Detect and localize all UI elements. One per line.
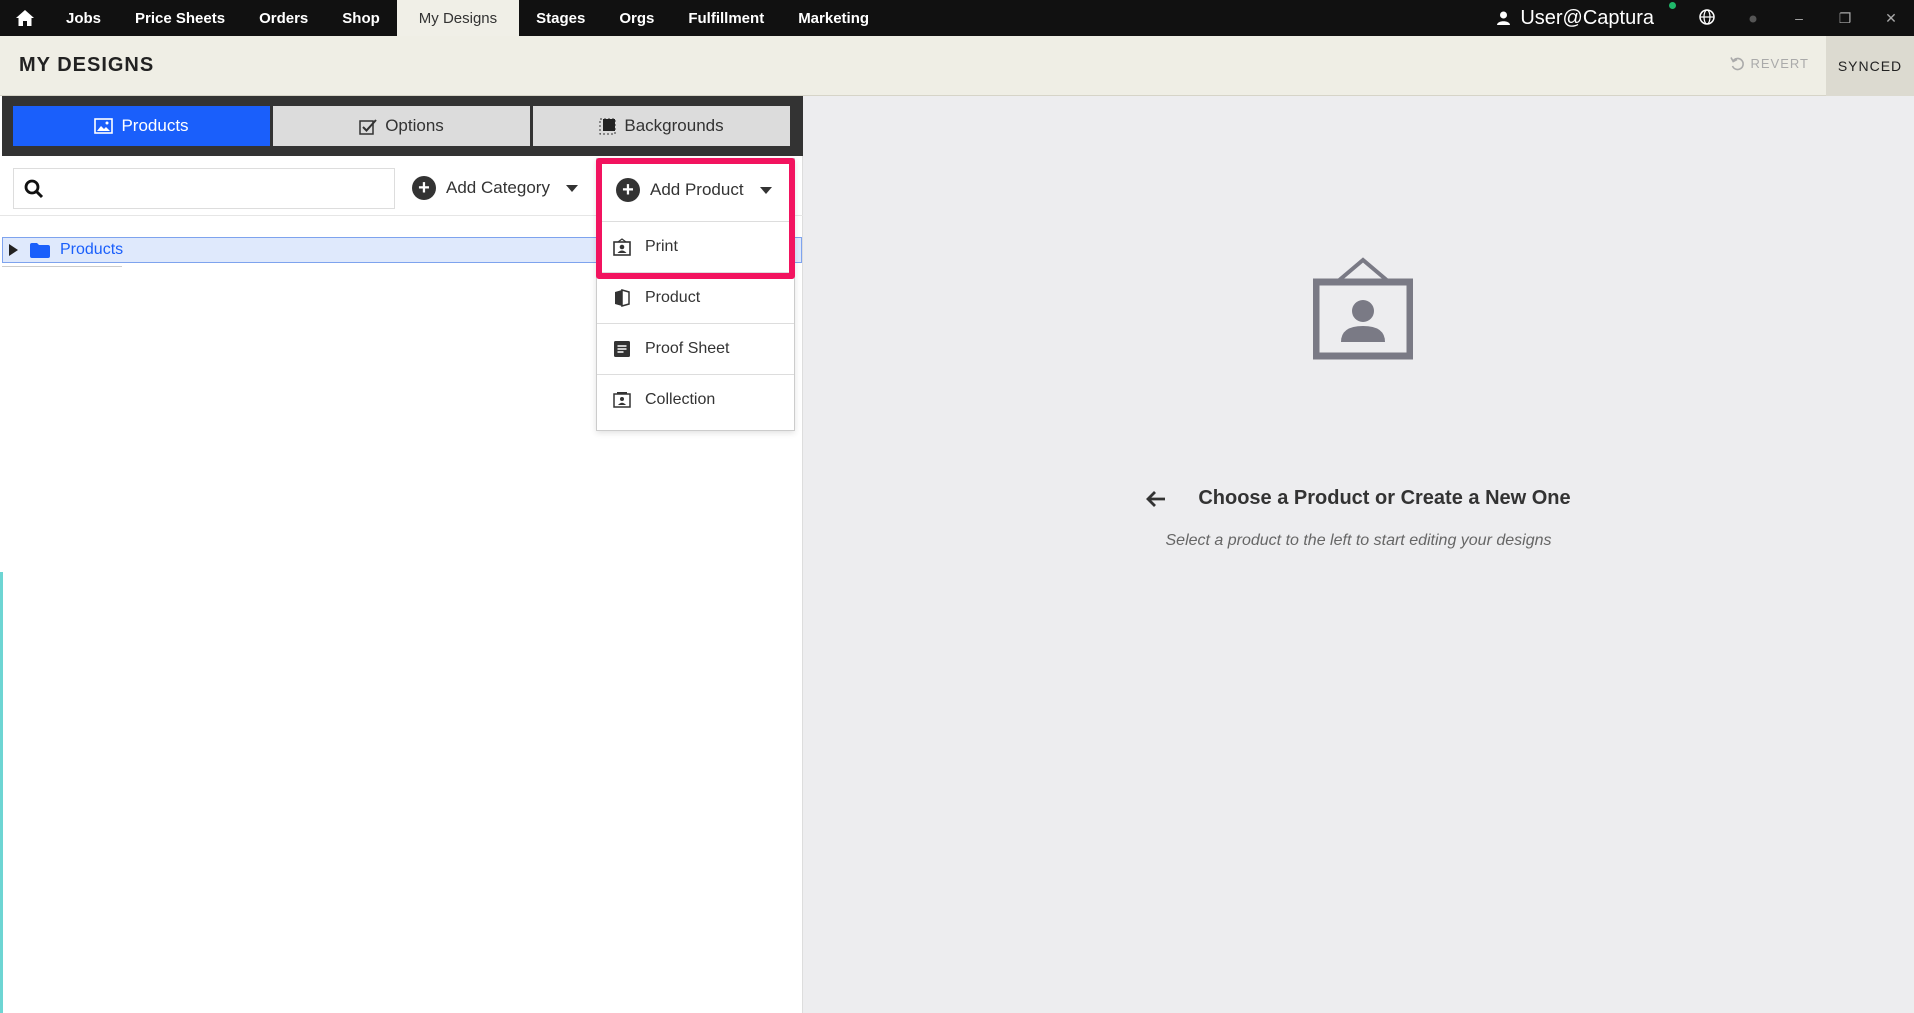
- tab-products-label: Products: [121, 116, 189, 135]
- folder-icon: [30, 242, 50, 258]
- add-product-dropdown: + Add Product Print Product Proof Sheet …: [596, 158, 795, 431]
- nav-price-sheets[interactable]: Price Sheets: [118, 0, 242, 36]
- page-header: MY DESIGNS REVERT SYNCED: [0, 36, 1914, 96]
- menu-item-proof-sheet-label: Proof Sheet: [645, 340, 730, 357]
- menu-item-product[interactable]: Product: [597, 272, 794, 323]
- expand-triangle-icon[interactable]: [9, 244, 18, 256]
- user-icon: [1497, 11, 1511, 25]
- home-icon: [15, 10, 34, 26]
- search-input[interactable]: [58, 175, 378, 203]
- restore-button[interactable]: ❐: [1822, 10, 1868, 27]
- add-category-label: Add Category: [446, 178, 550, 197]
- plus-circle-icon: +: [412, 176, 436, 200]
- home-button[interactable]: [0, 0, 49, 36]
- tab-backgrounds-label: Backgrounds: [624, 116, 724, 135]
- caret-down-icon: [759, 186, 772, 194]
- background-icon: [599, 118, 616, 134]
- user-menu[interactable]: User@Captura: [1497, 1, 1676, 30]
- online-status-dot: [1669, 1, 1676, 9]
- tab-options-label: Options: [385, 116, 444, 135]
- nav-jobs[interactable]: Jobs: [49, 0, 118, 36]
- add-product-button[interactable]: + Add Product: [597, 159, 794, 221]
- nav-shop[interactable]: Shop: [325, 0, 397, 36]
- connection-indicator: [1730, 10, 1776, 26]
- empty-state-title: Choose a Product or Create a New One: [803, 487, 1914, 510]
- checkbox-icon: [359, 118, 377, 135]
- page-title: MY DESIGNS: [19, 54, 155, 76]
- top-nav: Jobs Price Sheets Orders Shop My Designs…: [0, 0, 1914, 36]
- menu-item-proof-sheet[interactable]: Proof Sheet: [597, 323, 794, 374]
- add-product-button-content: + Add Product: [616, 170, 772, 210]
- design-editor-panel: Choose a Product or Create a New One Sel…: [803, 96, 1914, 1013]
- nav-orgs[interactable]: Orgs: [602, 0, 671, 36]
- globe-button[interactable]: [1684, 8, 1730, 28]
- search-box[interactable]: [13, 168, 395, 209]
- add-product-label: Add Product: [650, 180, 744, 199]
- tab-backgrounds[interactable]: Backgrounds: [533, 106, 790, 146]
- synced-status[interactable]: SYNCED: [1826, 36, 1914, 96]
- minimize-button[interactable]: –: [1776, 10, 1822, 26]
- portrait-frame-icon: [1313, 257, 1413, 360]
- user-name: User@Captura: [1520, 6, 1654, 29]
- dot-icon: [1749, 15, 1757, 23]
- collection-icon: [613, 392, 631, 408]
- divider: [2, 266, 122, 267]
- add-category-button[interactable]: + Add Category: [412, 168, 578, 208]
- menu-item-print[interactable]: Print: [597, 221, 794, 272]
- nav-orders[interactable]: Orders: [242, 0, 325, 36]
- arrow-left-icon: [1146, 490, 1166, 507]
- revert-label: REVERT: [1750, 56, 1809, 71]
- empty-state-title-text: Choose a Product or Create a New One: [1198, 487, 1571, 509]
- search-icon: [24, 179, 44, 199]
- image-icon: [94, 118, 114, 134]
- nav-marketing[interactable]: Marketing: [781, 0, 886, 36]
- menu-item-product-label: Product: [645, 289, 701, 306]
- menu-item-collection-label: Collection: [645, 391, 716, 408]
- close-button[interactable]: ✕: [1868, 10, 1914, 27]
- globe-icon: [1699, 8, 1715, 25]
- menu-item-print-label: Print: [645, 238, 678, 255]
- window-accent-edge: [0, 572, 3, 1013]
- nav-stages[interactable]: Stages: [519, 0, 602, 36]
- tree-row-label: Products: [60, 241, 124, 258]
- revert-button[interactable]: REVERT: [1729, 56, 1810, 71]
- nav-my-designs[interactable]: My Designs: [396, 0, 520, 36]
- document-icon: [614, 341, 630, 357]
- undo-icon: [1729, 57, 1744, 71]
- tab-products[interactable]: Products: [13, 106, 270, 146]
- portrait-frame-icon: [613, 238, 631, 256]
- menu-item-collection[interactable]: Collection: [597, 374, 794, 425]
- product-book-icon: [615, 289, 630, 307]
- tab-options[interactable]: Options: [273, 106, 530, 146]
- empty-state-subtitle: Select a product to the left to start ed…: [1165, 532, 1552, 549]
- nav-fulfillment[interactable]: Fulfillment: [671, 0, 781, 36]
- plus-circle-icon: +: [616, 178, 640, 202]
- caret-down-icon: [565, 184, 578, 192]
- tab-bar: Products Options Backgrounds: [2, 96, 803, 156]
